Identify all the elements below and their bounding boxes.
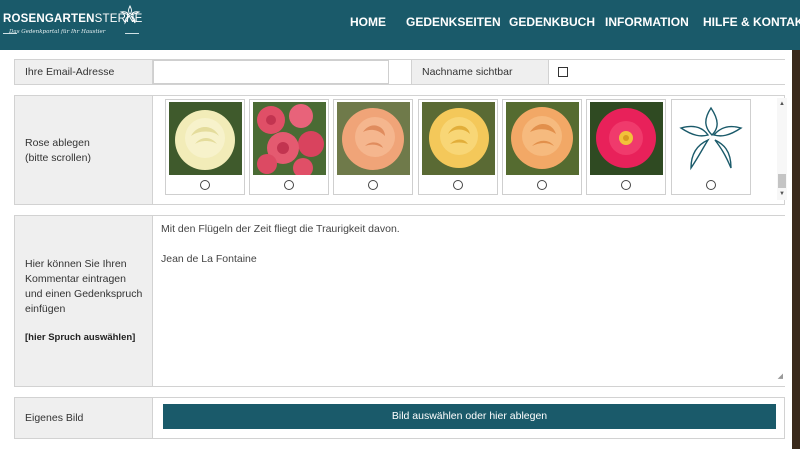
rose-radio[interactable] bbox=[621, 180, 631, 190]
resize-handle-icon[interactable]: ◢ bbox=[778, 369, 783, 384]
comment-text-line: Jean de La Fontaine bbox=[161, 253, 257, 265]
select-quote-link[interactable]: [hier Spruch auswählen] bbox=[25, 330, 135, 345]
rose-label: Rose ablegen (bitte scrollen) bbox=[15, 96, 153, 204]
rose-option[interactable] bbox=[165, 99, 245, 195]
rose-option[interactable] bbox=[418, 99, 498, 195]
image-row: Eigenes Bild Bild auswählen oder hier ab… bbox=[14, 397, 785, 439]
rose-radio[interactable] bbox=[537, 180, 547, 190]
rose-picker[interactable] bbox=[165, 96, 775, 202]
scroll-thumb[interactable] bbox=[778, 174, 786, 188]
comment-row: Hier können Sie Ihren Kommentar eintrage… bbox=[14, 215, 785, 387]
pink-rose-cluster-icon bbox=[253, 102, 326, 175]
site-logo[interactable]: ROSENGARTENSTERNE Das Gedenkportal für I… bbox=[3, 4, 143, 44]
email-row: Ihre Email-Adresse Nachname sichtbar bbox=[14, 59, 785, 85]
comment-textarea[interactable]: Mit den Flügeln der Zeit fliegt die Trau… bbox=[153, 216, 785, 386]
apricot-rose-icon bbox=[506, 102, 579, 175]
rose-radio[interactable] bbox=[284, 180, 294, 190]
logo-tagline: Das Gedenkportal für Ihr Haustier bbox=[9, 29, 106, 35]
comment-label-line: einfügen bbox=[25, 303, 66, 315]
nav-information[interactable]: INFORMATION bbox=[605, 0, 689, 50]
rose-scrollbar[interactable]: ▲ ▼ bbox=[777, 98, 787, 200]
comment-text-line: Mit den Flügeln der Zeit fliegt die Trau… bbox=[161, 223, 400, 235]
email-label: Ihre Email-Adresse bbox=[15, 60, 153, 84]
comment-label-line: Hier können Sie Ihren bbox=[25, 258, 127, 270]
peach-rose-icon bbox=[337, 102, 410, 175]
rose-option[interactable] bbox=[502, 99, 582, 195]
rose-radio[interactable] bbox=[368, 180, 378, 190]
rose-option[interactable] bbox=[249, 99, 329, 195]
page-side-edge bbox=[792, 50, 800, 449]
comment-label: Hier können Sie Ihren Kommentar eintrage… bbox=[15, 216, 153, 386]
lastname-checkbox-cell bbox=[549, 60, 785, 84]
cream-rose-icon bbox=[169, 102, 242, 175]
comment-text-line bbox=[161, 237, 777, 252]
rose-option[interactable] bbox=[333, 99, 413, 195]
lastname-visible-label: Nachname sichtbar bbox=[411, 60, 549, 84]
yellow-rose-icon bbox=[422, 102, 495, 175]
logo-flower-icon bbox=[119, 4, 141, 25]
rose-label-title: Rose ablegen bbox=[25, 137, 90, 149]
rose-label-hint: (bitte scrollen) bbox=[25, 152, 91, 164]
upload-image-button[interactable]: Bild auswählen oder hier ablegen bbox=[163, 404, 776, 429]
scroll-down-icon[interactable]: ▼ bbox=[779, 191, 785, 197]
rose-option[interactable] bbox=[671, 99, 751, 195]
lastname-visible-checkbox[interactable] bbox=[558, 67, 568, 77]
nav-gedenkseiten[interactable]: GEDENKSEITEN bbox=[406, 0, 501, 50]
comment-label-line: und einen Gedenkspruch bbox=[25, 288, 143, 300]
scroll-up-icon[interactable]: ▲ bbox=[779, 101, 785, 107]
image-label: Eigenes Bild bbox=[15, 398, 153, 438]
rose-option[interactable] bbox=[586, 99, 666, 195]
email-field[interactable] bbox=[153, 60, 389, 84]
memorial-form: Ihre Email-Adresse Nachname sichtbar Ros… bbox=[0, 50, 792, 449]
rose-radio[interactable] bbox=[706, 180, 716, 190]
site-header: ROSENGARTENSTERNE Das Gedenkportal für I… bbox=[0, 0, 800, 50]
rose-radio[interactable] bbox=[453, 180, 463, 190]
star-flower-outline-icon bbox=[675, 102, 748, 175]
logo-rule-right bbox=[125, 33, 139, 34]
rose-row: Rose ablegen (bitte scrollen) ▲ ▼ bbox=[14, 95, 787, 205]
nav-hilfe-kontakt[interactable]: HILFE & KONTAKT bbox=[703, 0, 800, 50]
magenta-rose-icon bbox=[590, 102, 663, 175]
rose-radio[interactable] bbox=[200, 180, 210, 190]
nav-gedenkbuch[interactable]: GEDENKBUCH bbox=[509, 0, 595, 50]
nav-home[interactable]: HOME bbox=[350, 0, 386, 50]
comment-label-line: Kommentar eintragen bbox=[25, 273, 126, 285]
